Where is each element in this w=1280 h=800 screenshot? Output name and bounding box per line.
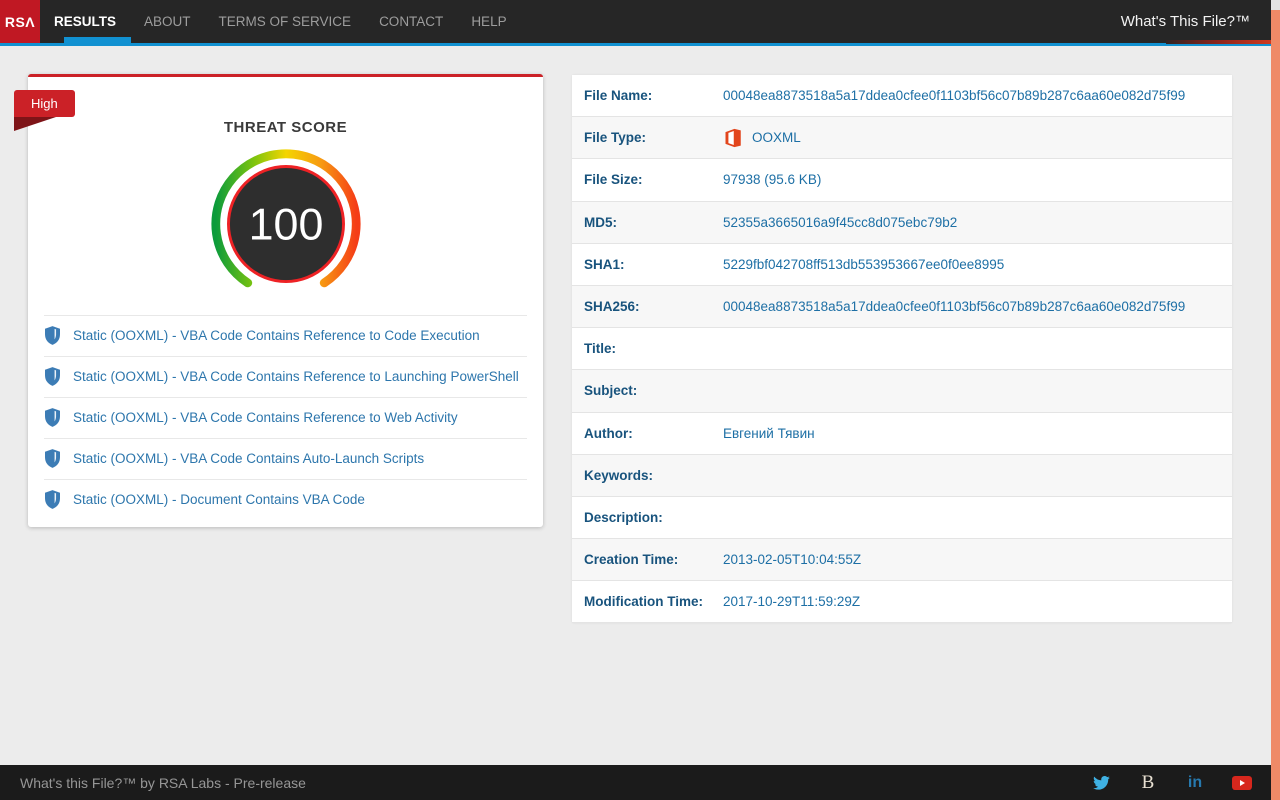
field-value-text: 00048ea8873518a5a17ddea0cfee0f1103bf56c0… [723,88,1186,104]
table-row: Subject: [572,370,1232,413]
findings-list: Static (OOXML) - VBA Code Contains Refer… [28,315,543,520]
footer: What's this File?™ by RSA Labs - Pre-rel… [0,765,1280,800]
accent-red-gradient [1166,40,1271,44]
table-row: MD5: 52355a3665016a9f45cc8d075ebc79b2 [572,201,1232,244]
threat-score-title: THREAT SCORE [223,119,348,136]
field-label: Title: [584,341,617,357]
finding-label: Static (OOXML) - VBA Code Contains Refer… [73,410,458,425]
table-row: Creation Time: 2013-02-05T10:04:55Z [572,539,1232,582]
finding-label: Static (OOXML) - VBA Code Contains Auto-… [73,451,425,466]
field-label: Modification Time: [584,594,704,610]
table-row: Author: Евгений Тявин [572,412,1232,455]
field-value-text: 2017-10-29T11:59:29Z [723,594,861,610]
nav-link-label: RESULTS [54,14,117,29]
field-label: MD5: [584,214,617,230]
field-label: Subject: [584,383,638,399]
threat-gauge: 100 [208,146,364,307]
shield-icon [45,490,60,509]
table-row: Title: [572,328,1232,371]
finding-label: Static (OOXML) - Document Contains VBA C… [73,492,365,507]
nav-link-label: TERMS OF SERVICE [218,14,352,29]
shield-icon [45,326,60,345]
field-label: Author: [584,425,633,441]
field-value: 00048ea8873518a5a17ddea0cfee0f1103bf56c0… [723,88,1232,103]
scrollbar-thumb[interactable] [1271,10,1280,800]
field-label: File Name: [584,88,653,104]
shield-icon [45,408,60,427]
field-value-text: 52355a3665016a9f45cc8d075ebc79b2 [723,214,958,230]
field-value: OOXML [723,127,1232,149]
social-links: B in [1091,772,1252,793]
shield-icon [45,449,60,468]
threat-score-card: High THREAT SCORE 100 Static (OOXML) - V… [14,74,543,527]
rsa-logo[interactable]: RSΛ [0,0,40,43]
scrollbar-track[interactable] [1271,0,1280,10]
finding-row[interactable]: Static (OOXML) - VBA Code Contains Refer… [44,315,527,356]
finding-row[interactable]: Static (OOXML) - Document Contains VBA C… [44,479,527,520]
nav-link-label: ABOUT [144,14,191,29]
field-value-text: 5229fbf042708ff513db553953667ee0f0ee8995 [723,256,1005,272]
gauge-svg: 100 [210,149,361,288]
field-value: 00048ea8873518a5a17ddea0cfee0f1103bf56c0… [723,299,1232,314]
table-row: Description: [572,496,1232,540]
accent-line [0,43,1280,46]
field-label: Keywords: [584,467,654,483]
table-row: Modification Time: 2017-10-29T11:59:29Z [572,581,1232,624]
field-value-text: Евгений Тявин [723,425,815,441]
table-row: SHA1: 5229fbf042708ff513db553953667ee0f0… [572,243,1232,286]
table-row: Keywords: [572,454,1232,497]
footer-text: What's this File?™ by RSA Labs - Pre-rel… [20,774,306,791]
shield-icon [45,367,60,386]
field-value-text: 2013-02-05T10:04:55Z [723,552,862,568]
nav-link[interactable]: CONTACT [365,0,457,43]
field-value: 97938 (95.6 KB) [723,172,1232,187]
field-value-text: 00048ea8873518a5a17ddea0cfee0f1103bf56c0… [723,299,1186,315]
file-details-table: File Name: 00048ea8873518a5a17ddea0cfee0… [572,75,1232,624]
top-navbar: RSΛ RESULTS ABOUT TERMS OF SERVICE CONTACT H… [0,0,1280,43]
field-label: File Type: [584,130,647,146]
twitter-icon[interactable] [1091,773,1111,793]
nav-link[interactable]: TERMS OF SERVICE [205,0,366,43]
active-tab-indicator [64,37,131,46]
field-value: 2013-02-05T10:04:55Z [723,552,1232,567]
field-label: Creation Time: [584,552,679,568]
nav-link-label: HELP [471,14,507,29]
nav-link[interactable]: HELP [457,0,520,43]
table-row: SHA256: 00048ea8873518a5a17ddea0cfee0f11… [572,285,1232,329]
rsa-logo-text: RSΛ [4,13,36,30]
finding-row[interactable]: Static (OOXML) - VBA Code Contains Auto-… [44,438,527,479]
finding-row[interactable]: Static (OOXML) - VBA Code Contains Refer… [44,356,527,397]
field-value: 52355a3665016a9f45cc8d075ebc79b2 [723,215,1232,230]
field-value: 2017-10-29T11:59:29Z [723,594,1232,609]
linkedin-icon[interactable]: in [1185,773,1205,793]
field-label: SHA256: [584,299,640,315]
field-value-text: OOXML [752,130,801,146]
field-value: 5229fbf042708ff513db553953667ee0f0ee8995 [723,257,1232,272]
field-label: Description: [584,509,663,525]
youtube-icon[interactable] [1232,773,1252,793]
field-label: File Size: [584,172,643,188]
table-row: File Size: 97938 (95.6 KB) [572,159,1232,202]
nav-link[interactable]: ABOUT [130,0,205,43]
finding-label: Static (OOXML) - VBA Code Contains Refer… [73,328,480,343]
field-label: SHA1: [584,256,625,272]
finding-row[interactable]: Static (OOXML) - VBA Code Contains Refer… [44,397,527,438]
app-title: What's This File?™ [1120,13,1250,30]
field-value: Евгений Тявин [723,426,1232,441]
field-value-text: 97938 (95.6 KB) [723,172,822,188]
threat-score-value: 100 [248,199,323,250]
nav-link-label: CONTACT [379,14,444,29]
finding-label: Static (OOXML) - VBA Code Contains Refer… [73,369,519,384]
table-row: File Type: OOXML [572,117,1232,160]
severity-badge: High [14,90,75,131]
office-file-icon [723,127,743,149]
b-icon[interactable]: B [1138,772,1158,793]
table-row: File Name: 00048ea8873518a5a17ddea0cfee0… [572,75,1232,118]
